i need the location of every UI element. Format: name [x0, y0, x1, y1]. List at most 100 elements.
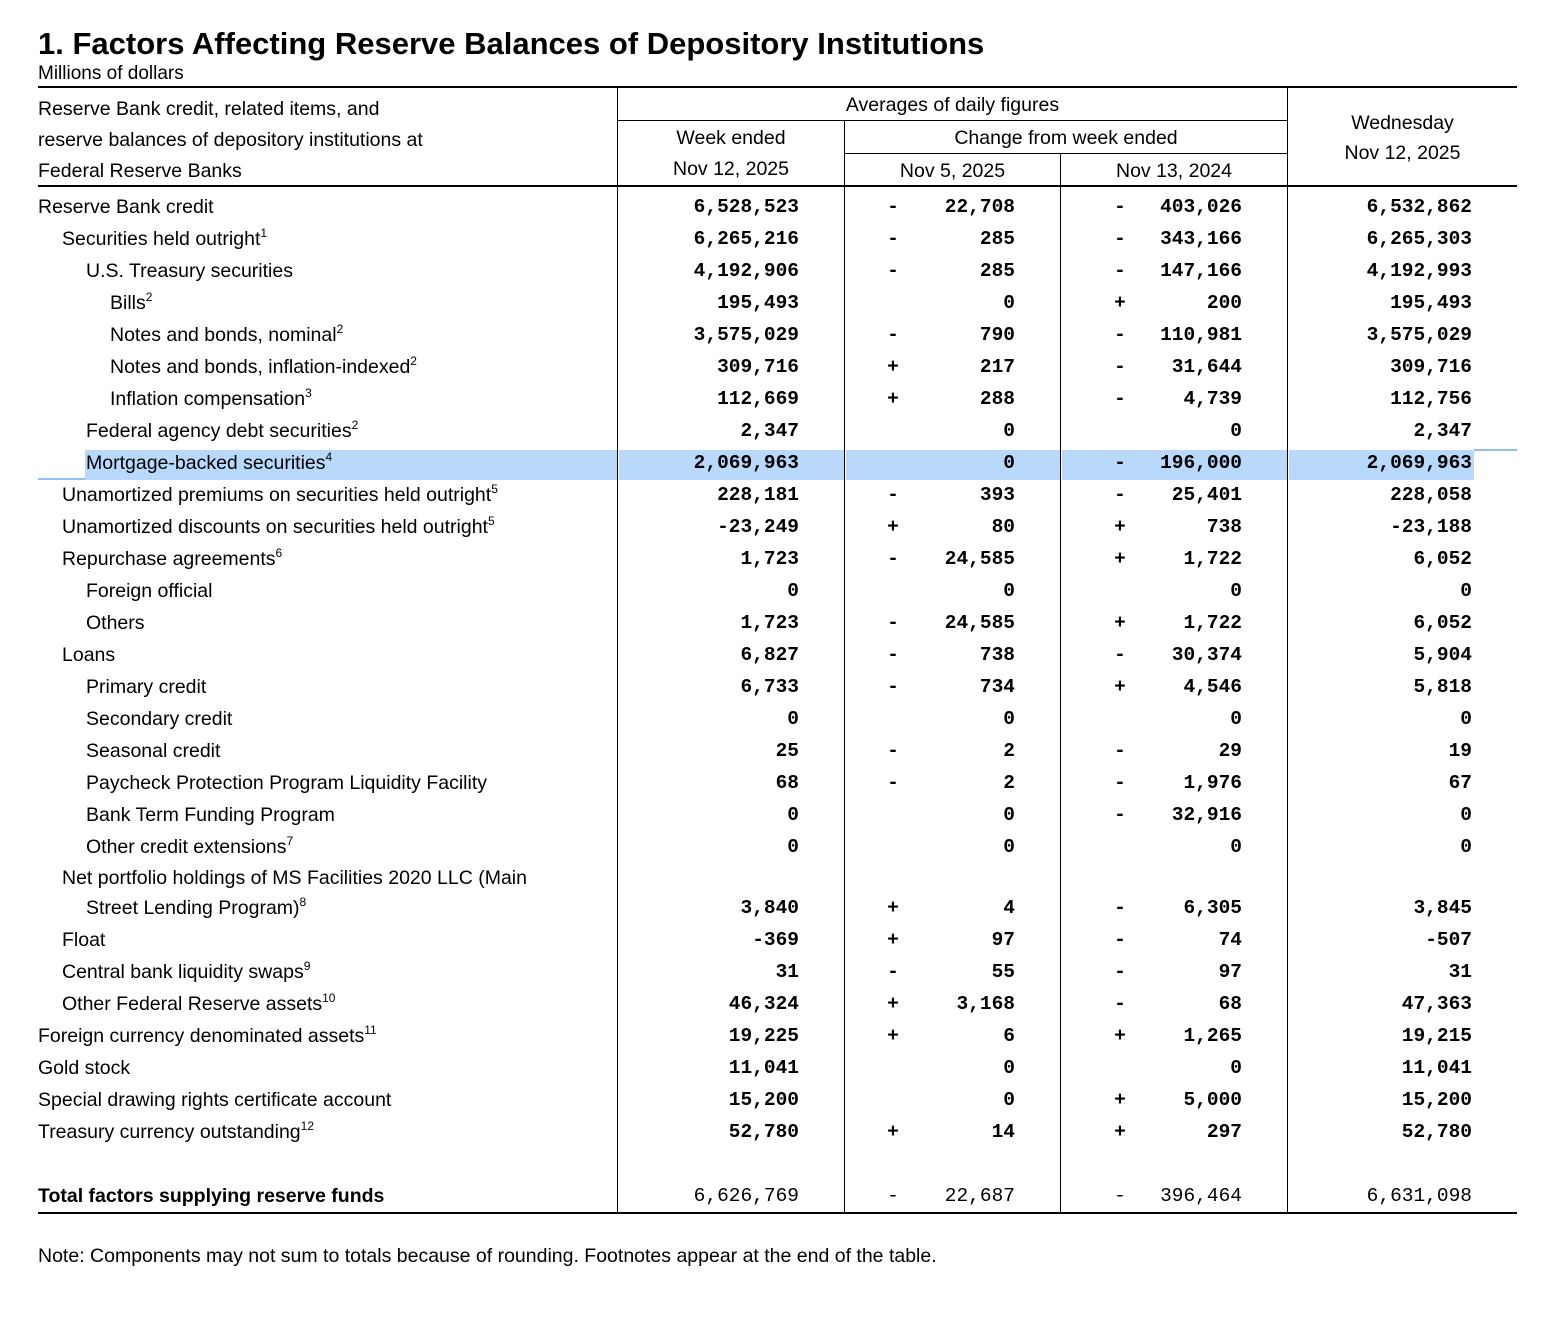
- week-value: 4,192,906: [693, 260, 799, 282]
- row-label: Reserve Bank credit: [38, 196, 214, 218]
- week-value: 195,493: [717, 292, 799, 314]
- week-ended-header: Week ended: [676, 127, 786, 149]
- change-1-value: 0: [1003, 1089, 1015, 1111]
- week-value: 0: [787, 580, 799, 602]
- change-1-value: 790: [979, 324, 1015, 346]
- row-label: Securities held outright1: [62, 226, 268, 250]
- row-label: Treasury currency outstanding12: [38, 1119, 315, 1143]
- row-label: Central bank liquidity swaps9: [62, 959, 311, 983]
- page-title: 1. Factors Affecting Reserve Balances of…: [38, 26, 985, 61]
- wednesday-value: 0: [1460, 708, 1472, 730]
- wednesday-value: 5,818: [1413, 676, 1472, 698]
- change-2-value: 6,305: [1183, 897, 1242, 919]
- wednesday-value: 67: [1448, 772, 1472, 794]
- week-value: 25: [775, 740, 799, 762]
- row-label: Notes and bonds, inflation-indexed2: [110, 354, 417, 378]
- wednesday-value: 5,904: [1413, 644, 1472, 666]
- averages-rule: [618, 120, 1287, 121]
- change-2-value: 0: [1230, 420, 1242, 442]
- change-2-value: 110,981: [1160, 324, 1242, 346]
- highlight-rule-left: [38, 478, 85, 480]
- row-label: Repurchase agreements6: [62, 546, 283, 570]
- wednesday-value: 309,716: [1390, 356, 1472, 378]
- row-label: Notes and bonds, nominal2: [110, 322, 344, 346]
- change-1-value: 734: [979, 676, 1015, 698]
- week-value: 15,200: [728, 1089, 799, 1111]
- change-2-value: 30,374: [1171, 644, 1242, 666]
- change-date-1: Nov 5, 2025: [899, 160, 1006, 182]
- week-value: 309,716: [717, 356, 799, 378]
- units-label: Millions of dollars: [38, 63, 184, 84]
- row-label: Foreign official: [86, 580, 213, 602]
- change-2-value: 5,000: [1183, 1089, 1242, 1111]
- stub-header-line-1: Reserve Bank credit, related items, and: [38, 98, 380, 120]
- week-value: 228,181: [717, 484, 799, 506]
- week-value: 0: [787, 836, 799, 858]
- wednesday-value: 47,363: [1401, 993, 1472, 1015]
- wednesday-value: 19,215: [1401, 1025, 1472, 1047]
- wednesday-value: 195,493: [1390, 292, 1472, 314]
- change-1-value: 22,708: [944, 196, 1015, 218]
- week-value: 19,225: [728, 1025, 799, 1047]
- row-label: Float: [62, 929, 106, 951]
- top-rule: [38, 86, 1517, 88]
- change-2-value: 0: [1230, 836, 1242, 858]
- change-2-value: 4,739: [1183, 388, 1242, 410]
- change-1-value: 14: [991, 1121, 1015, 1143]
- change-2-value: 297: [1206, 1121, 1242, 1143]
- change-2-value: 68: [1218, 993, 1242, 1015]
- row-label: Bank Term Funding Program: [86, 804, 335, 826]
- wednesday-value: 3,575,029: [1366, 324, 1472, 346]
- change-1-value: 0: [1003, 420, 1015, 442]
- week-value: -369: [752, 929, 799, 951]
- row-label: Other Federal Reserve assets10: [62, 991, 336, 1015]
- wednesday-value: 228,058: [1390, 484, 1472, 506]
- change-1-value: 393: [979, 484, 1015, 506]
- highlight-rule-right: [1474, 449, 1517, 451]
- change-2-value: 200: [1206, 292, 1242, 314]
- change-2-value: 403,026: [1160, 196, 1242, 218]
- wednesday-value: 0: [1460, 804, 1472, 826]
- change-2-value: 343,166: [1160, 228, 1242, 250]
- report-page: 1. Factors Affecting Reserve Balances of…: [0, 0, 1552, 1324]
- week-value: 1,723: [740, 548, 799, 570]
- week-value: 3,840: [740, 897, 799, 919]
- change-1-value: 24,585: [944, 548, 1015, 570]
- row-label: Bills2: [110, 290, 153, 314]
- week-value: -23,249: [717, 516, 799, 538]
- change-2-value: 1,976: [1183, 772, 1242, 794]
- wednesday-value: 31: [1448, 961, 1472, 983]
- row-label: Special drawing rights certificate accou…: [38, 1089, 392, 1111]
- change-from-rule: [845, 153, 1287, 154]
- change-1-value: 0: [1003, 708, 1015, 730]
- change-2-value: 0: [1230, 708, 1242, 730]
- change-1-value: 738: [979, 644, 1015, 666]
- wednesday-value: -507: [1425, 929, 1472, 951]
- change-1-value: 3,168: [956, 993, 1015, 1015]
- row-label: Foreign currency denominated assets11: [38, 1023, 377, 1047]
- change-2-value: 97: [1218, 961, 1242, 983]
- change-1-value: 2: [1003, 772, 1015, 794]
- row-label: Street Lending Program)8: [86, 895, 307, 919]
- row-label: Federal agency debt securities2: [86, 418, 359, 442]
- week-value: 6,827: [740, 644, 799, 666]
- total-wednesday-value: 6,631,098: [1366, 1185, 1472, 1207]
- change-2-value: 29: [1218, 740, 1242, 762]
- week-value: 0: [787, 804, 799, 826]
- wednesday-value: 2,347: [1413, 420, 1472, 442]
- week-value: 0: [787, 708, 799, 730]
- change-1-value: 97: [991, 929, 1015, 951]
- change-1-value: 0: [1003, 1057, 1015, 1079]
- row-label: Seasonal credit: [86, 740, 221, 762]
- row-label: Net portfolio holdings of MS Facilities …: [62, 867, 527, 889]
- row-label: Mortgage-backed securities4: [86, 450, 333, 474]
- stub-header-line-2: reserve balances of depository instituti…: [38, 129, 423, 151]
- change-2-value: 738: [1206, 516, 1242, 538]
- table-note: Note: Components may not sum to totals b…: [38, 1245, 937, 1267]
- week-ended-date: Nov 12, 2025: [672, 158, 789, 180]
- col-divider-2: [844, 121, 845, 1213]
- week-value: 31: [775, 961, 799, 983]
- week-value: 2,347: [740, 420, 799, 442]
- change-1-value: 285: [979, 228, 1015, 250]
- table-bottom-rule: [38, 1212, 1517, 1214]
